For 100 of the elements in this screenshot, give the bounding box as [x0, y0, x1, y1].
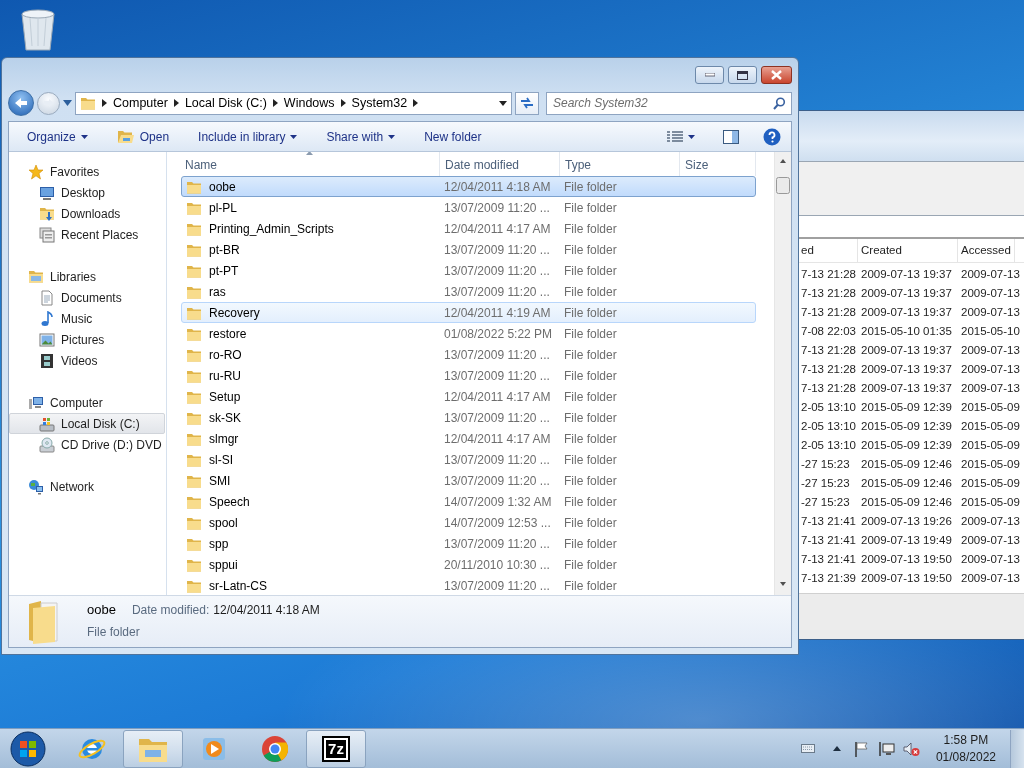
file-name: sk-SK [209, 409, 241, 427]
toolbar-button[interactable]: Open [108, 124, 178, 149]
network-icon[interactable] [876, 740, 895, 757]
nav-item[interactable]: Computer [9, 392, 165, 413]
back-button[interactable] [8, 90, 34, 116]
date-label: Date modified: [131, 602, 210, 619]
chevron-icon [102, 99, 107, 107]
speaker-icon[interactable] [902, 740, 920, 757]
nav-item[interactable]: Pictures [9, 329, 165, 350]
clock-time: 1:58 PM [942, 731, 990, 749]
caret-icon [80, 134, 88, 139]
flag-icon[interactable] [852, 740, 869, 757]
dropdown-arrow-icon[interactable] [499, 100, 507, 106]
table-cell-text: 2009-07-13 19:37 [860, 266, 953, 282]
table-cell-text: 2009-07-13 19:37 [860, 342, 953, 358]
file-row[interactable]: ru-RU 13/07/2009 11:20 ... File folder [181, 365, 756, 386]
file-type: File folder [563, 535, 618, 553]
item-name: oobe [87, 601, 116, 619]
file-row[interactable]: pt-BR 13/07/2009 11:20 ... File folder [181, 239, 756, 260]
table-cell-text: 2-05 13:10 [800, 437, 857, 453]
file-row[interactable]: restore 01/08/2022 5:22 PM File folder [181, 323, 756, 344]
nav-item[interactable]: Network [9, 476, 165, 497]
file-name: ru-RU [209, 367, 241, 385]
nav-item[interactable]: Desktop [9, 182, 165, 203]
folder-icon [186, 368, 202, 383]
clock[interactable]: 1:58 PM 01/08/2022 [935, 731, 996, 766]
file-type: File folder [563, 283, 618, 301]
date-modified: 13/07/2009 11:20 ... [443, 451, 551, 469]
file-row[interactable]: sr-Latn-CS 13/07/2009 11:20 ... File folder [181, 575, 756, 595]
nav-item[interactable]: Local Disk (C:) [9, 413, 165, 434]
nav-item[interactable]: CD Drive (D:) DVD [9, 434, 165, 455]
drive-icon [39, 415, 55, 432]
scrollbar[interactable] [774, 152, 791, 595]
breadcrumb-link[interactable]: System32 [351, 93, 408, 113]
search-field[interactable]: Search System32 [546, 91, 792, 115]
table-cell-text: 7-08 22:03 [800, 323, 857, 339]
nav-item[interactable]: Videos [9, 350, 165, 371]
file-row[interactable]: oobe 12/04/2011 4:18 AM File folder [181, 176, 756, 197]
toolbar-button[interactable]: Include in library [190, 124, 306, 149]
table-cell-text: 2-05 13:10 [800, 418, 857, 434]
file-row[interactable]: Setup 12/04/2011 4:17 AM File folder [181, 386, 756, 407]
file-row[interactable]: spool 14/07/2009 12:53 ... File folder [181, 512, 756, 533]
close-button[interactable] [761, 66, 792, 84]
open-folder-icon [116, 129, 135, 144]
file-row[interactable]: ras 13/07/2009 11:20 ... File folder [181, 281, 756, 302]
chevron-icon [173, 99, 179, 107]
date-modified: 14/07/2009 1:32 AM [443, 493, 553, 511]
taskbar-button[interactable]: 7z [306, 729, 366, 768]
nav-item[interactable]: Music [9, 308, 165, 329]
table-cell-text: 2015-05-09 12:46 [860, 494, 953, 510]
file-type: File folder [563, 472, 618, 490]
caret-icon [688, 134, 695, 139]
file-row[interactable]: pt-PT 13/07/2009 11:20 ... File folder [181, 260, 756, 281]
file-type: File folder [563, 577, 618, 595]
folder-icon [186, 389, 202, 404]
nav-item[interactable]: Downloads [9, 203, 165, 224]
file-name: ras [209, 283, 226, 301]
file-row[interactable]: slmgr 12/04/2011 4:17 AM File folder [181, 428, 756, 449]
folder-icon [186, 263, 202, 278]
table-cell-text: 2015-05-09 [960, 494, 1021, 510]
up-arrow-icon [832, 746, 841, 751]
nav-item[interactable]: Recent Places [9, 224, 165, 245]
file-row[interactable]: Speech 14/07/2009 1:32 AM File folder [181, 491, 756, 512]
maximize-icon [737, 70, 748, 80]
date-modified: 13/07/2009 11:20 ... [443, 262, 551, 280]
file-type: File folder [563, 178, 618, 196]
nav-label: Local Disk (C:) [61, 415, 140, 433]
column-header[interactable]: Accessed [958, 239, 1015, 262]
breadcrumb-link[interactable]: Computer [113, 93, 168, 113]
address-bar[interactable]: Computer Local Disk (C:) Windows System32 [75, 91, 512, 115]
toolbar-button[interactable]: Share with [318, 124, 404, 149]
column-label: Name [185, 158, 217, 172]
column-header[interactable]: Created [858, 239, 958, 262]
table-cell-text: 2015-05-09 12:46 [860, 475, 953, 491]
file-row[interactable]: sl-SI 13/07/2009 11:20 ... File folder [181, 449, 756, 470]
breadcrumb-link[interactable]: Local Disk (C:) [184, 93, 267, 113]
breadcrumb-link[interactable]: Windows [283, 93, 335, 113]
folder-icon [80, 96, 96, 110]
nav-item[interactable]: Documents [9, 287, 165, 308]
table-cell-text: -27 15:23 [800, 456, 851, 472]
toolbar-button[interactable]: Organize [19, 124, 96, 149]
refresh-button[interactable] [515, 91, 539, 115]
date-value: 12/04/2011 4:18 AM [213, 602, 320, 619]
file-row[interactable]: sppui 20/11/2010 10:30 ... File folder [181, 554, 756, 575]
file-row[interactable]: Printing_Admin_Scripts 12/04/2011 4:17 AM File folder [181, 218, 756, 239]
file-type: File folder [563, 388, 618, 406]
file-name: spool [209, 514, 238, 532]
nav-item[interactable]: Libraries [9, 266, 165, 287]
file-name: ro-RO [209, 346, 242, 364]
table-cell-text: 2009-07-13 [960, 380, 1021, 396]
file-name: sl-SI [209, 451, 233, 469]
file-row[interactable]: sk-SK 13/07/2009 11:20 ... File folder [181, 407, 756, 428]
toolbar-button[interactable]: New folder [416, 124, 490, 149]
nav-item[interactable]: Favorites [9, 161, 165, 182]
maximize-button[interactable] [728, 66, 757, 84]
file-row[interactable]: SMI 13/07/2009 11:20 ... File folder [181, 470, 756, 491]
file-row[interactable]: pl-PL 13/07/2009 11:20 ... File folder [181, 197, 756, 218]
file-row[interactable]: Recovery 12/04/2011 4:19 AM File folder [181, 302, 756, 323]
file-row[interactable]: spp 13/07/2009 11:20 ... File folder [181, 533, 756, 554]
file-row[interactable]: ro-RO 13/07/2009 11:20 ... File folder [181, 344, 756, 365]
